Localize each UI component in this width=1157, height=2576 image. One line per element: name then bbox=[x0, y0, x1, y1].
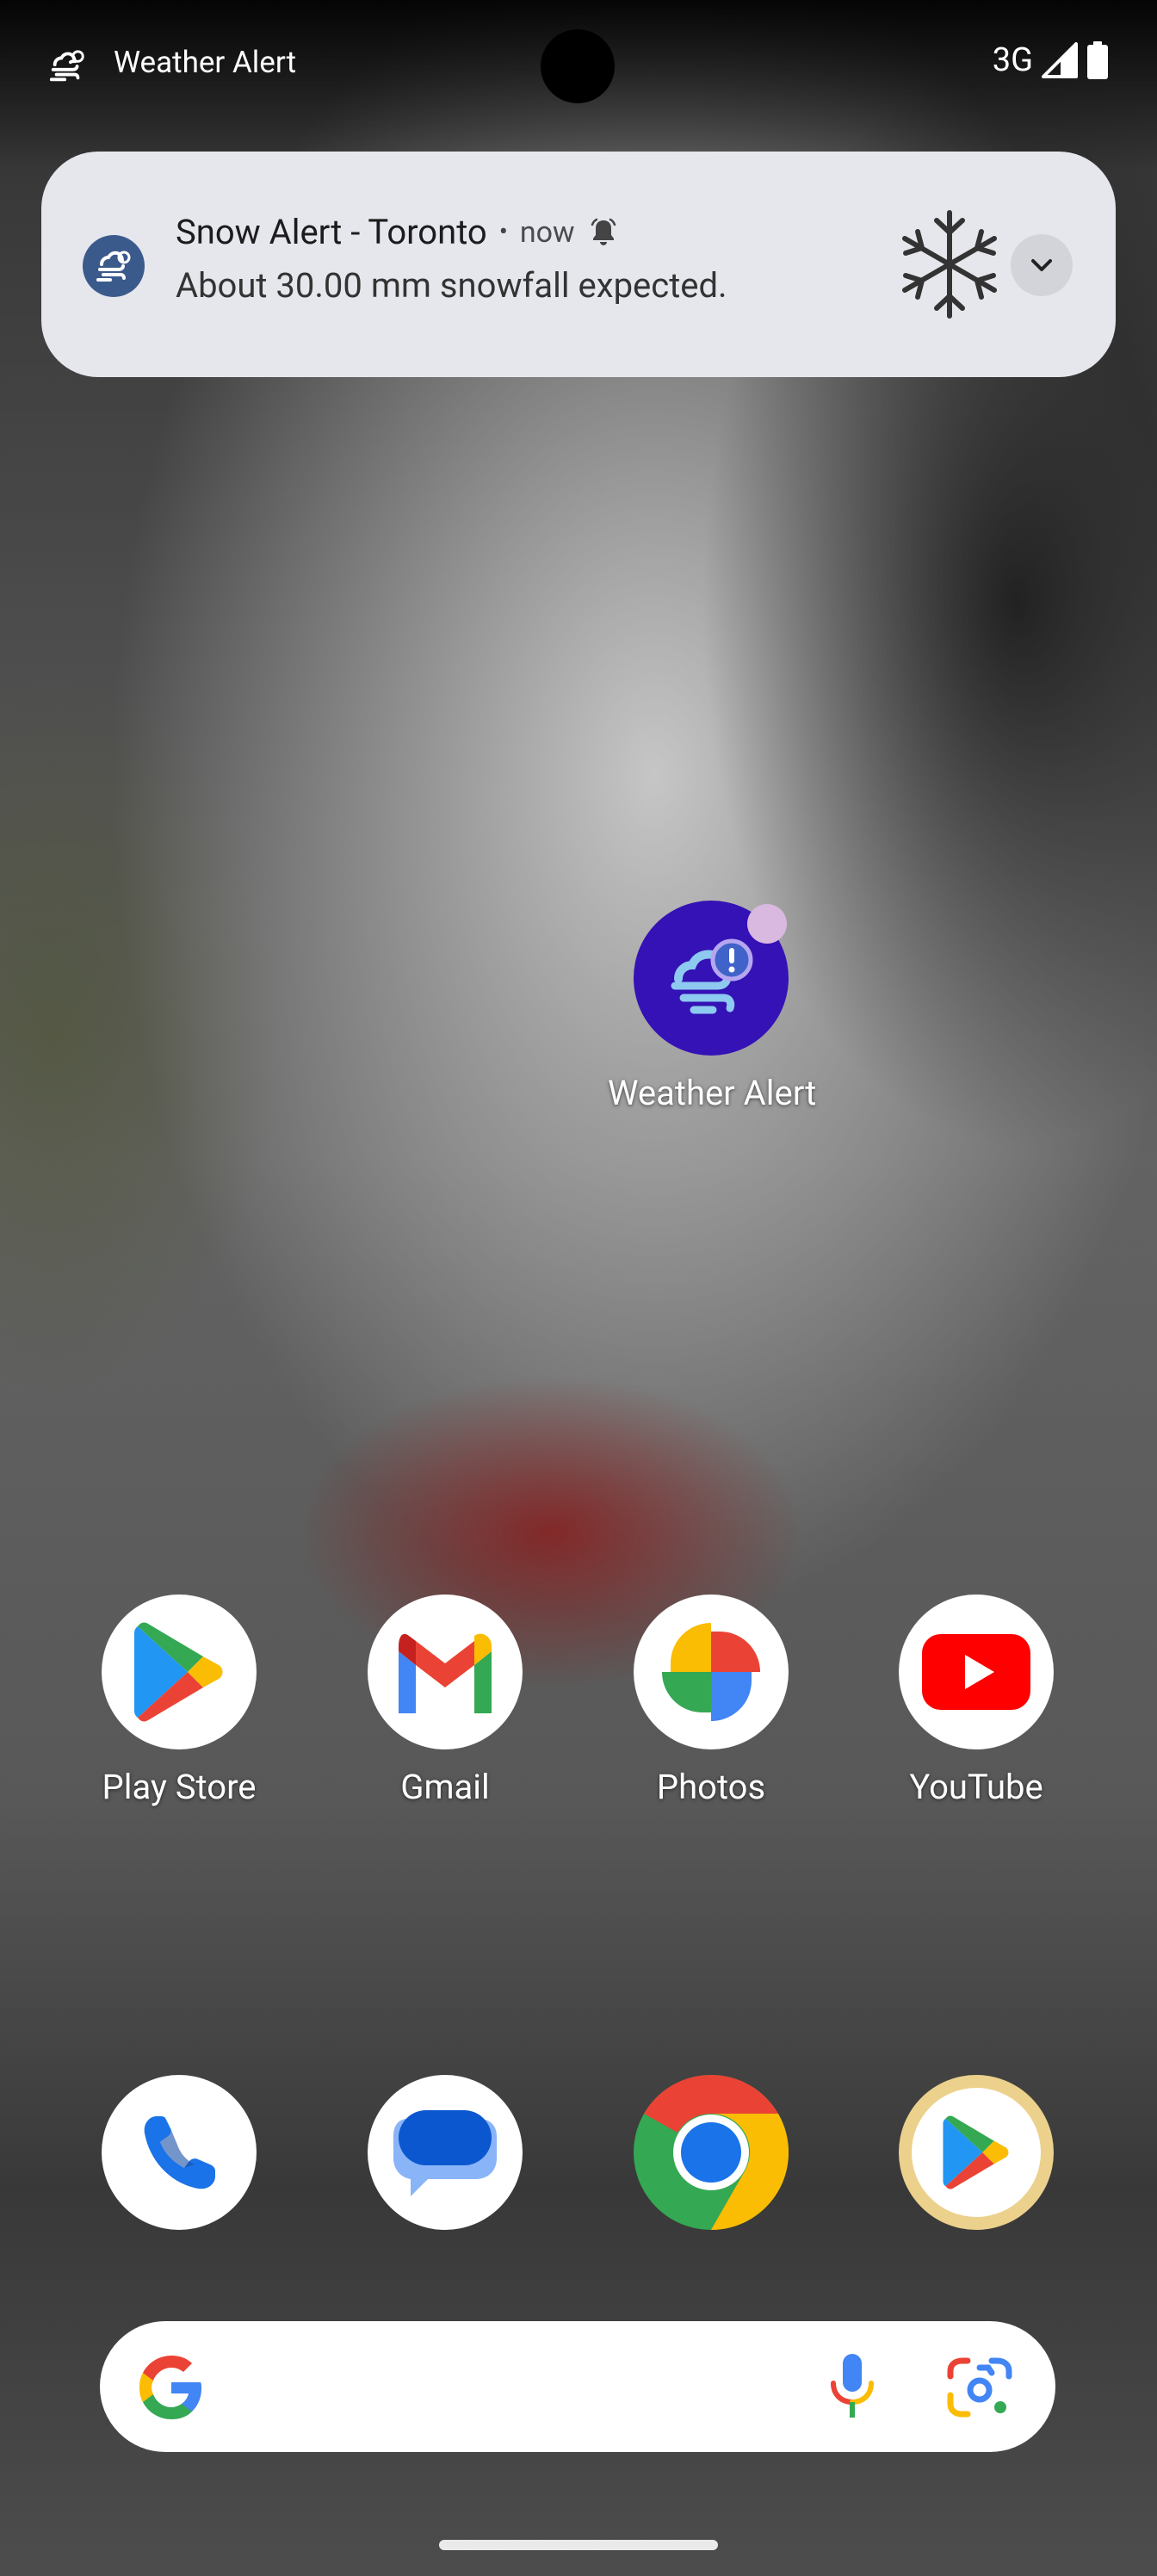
network-type: 3G bbox=[992, 41, 1033, 79]
chevron-down-icon bbox=[1031, 259, 1052, 271]
microphone-icon[interactable] bbox=[828, 2352, 876, 2421]
google-lens-icon[interactable] bbox=[947, 2356, 1012, 2419]
dock-play-games[interactable] bbox=[873, 2075, 1080, 2230]
dock-messages[interactable] bbox=[342, 2075, 548, 2230]
signal-icon bbox=[1042, 42, 1078, 78]
weather-alert-status-icon bbox=[49, 50, 84, 82]
weather-alert-app-icon bbox=[634, 901, 789, 1056]
app-label: Gmail bbox=[400, 1767, 490, 1807]
notification-card[interactable]: Snow Alert - Toronto • now About 30.00 m… bbox=[41, 152, 1116, 377]
notification-title: Snow Alert - Toronto bbox=[176, 212, 487, 252]
dock-phone[interactable] bbox=[76, 2075, 282, 2230]
app-photos[interactable]: Photos bbox=[608, 1595, 814, 1807]
notification-expand-button[interactable] bbox=[1011, 234, 1073, 296]
app-play-store[interactable]: Play Store bbox=[76, 1595, 282, 1807]
status-app-title: Weather Alert bbox=[114, 45, 297, 80]
app-gmail[interactable]: Gmail bbox=[342, 1595, 548, 1807]
google-g-icon bbox=[139, 2356, 201, 2419]
app-label: Photos bbox=[656, 1767, 766, 1807]
status-right: 3G bbox=[993, 41, 1109, 79]
notification-badge bbox=[747, 904, 787, 944]
notification-body: About 30.00 mm snowfall expected. bbox=[176, 265, 727, 306]
app-youtube[interactable]: YouTube bbox=[873, 1595, 1080, 1807]
app-weather-alert[interactable]: Weather Alert bbox=[608, 901, 817, 1113]
phone-icon bbox=[102, 2075, 257, 2230]
snowflake-icon bbox=[902, 210, 997, 319]
app-label: Weather Alert bbox=[608, 1073, 817, 1113]
messages-icon bbox=[368, 2075, 523, 2230]
notification-header: Snow Alert - Toronto • now bbox=[176, 212, 618, 252]
chrome-icon bbox=[634, 2075, 789, 2230]
home-indicator[interactable] bbox=[439, 2540, 718, 2550]
app-label: Play Store bbox=[102, 1767, 257, 1807]
weather-alert-notification-icon bbox=[83, 235, 145, 297]
play-store-icon bbox=[102, 1595, 257, 1749]
bell-alert-icon bbox=[591, 218, 616, 245]
youtube-icon bbox=[899, 1595, 1054, 1749]
gmail-icon bbox=[368, 1595, 523, 1749]
app-label: YouTube bbox=[909, 1767, 1043, 1807]
play-games-icon bbox=[899, 2075, 1054, 2230]
photos-icon bbox=[634, 1595, 789, 1749]
notification-separator: • bbox=[498, 217, 508, 247]
dock-chrome[interactable] bbox=[608, 2075, 814, 2230]
camera-cutout bbox=[541, 29, 615, 103]
google-search-bar[interactable] bbox=[100, 2321, 1055, 2452]
battery-icon bbox=[1087, 41, 1108, 79]
status-bar: Weather Alert 3G bbox=[0, 0, 1157, 129]
notification-time: now bbox=[519, 214, 575, 250]
